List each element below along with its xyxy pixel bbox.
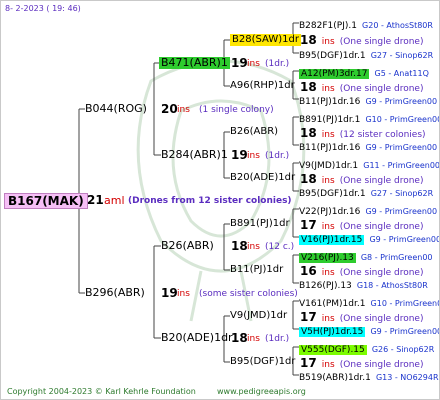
g4-queen-13[interactable]: V161(PM)1dr.1 G10 - PrimGreen00 — [299, 295, 439, 310]
g3-queen-3[interactable]: B26(ABR) — [230, 126, 278, 138]
g4-queen-10[interactable]: V16(PJ)1dr.15 G9 - PrimGreen00 — [299, 231, 439, 246]
g2-queen-2[interactable]: B284(ABR)1 — [161, 149, 228, 161]
root-ins: aml — [104, 194, 125, 207]
g1-queen-1[interactable]: B044(ROG) — [85, 103, 147, 115]
g4-queen-16[interactable]: B519(ABR)1dr.1 G13 - NO6294R — [299, 369, 439, 384]
g3-queen-1[interactable]: B28(SAW)1dr — [230, 34, 301, 46]
g4-queen-9[interactable]: V22(PJ)1dr.16 G9 - PrimGreen00 — [299, 203, 437, 218]
g3-queen-5[interactable]: B891(PJ)1dr — [230, 218, 290, 230]
g2-note-1: (1dr.) — [265, 59, 290, 69]
g2-note-2: (1dr.) — [265, 151, 290, 161]
g4-queen-3[interactable]: A12(PM)3dr.17 G5 - Anat11Q — [299, 65, 429, 80]
g2-num-1: 19 — [231, 56, 248, 70]
g2-queen-4[interactable]: B20(ADE)1dr — [161, 332, 233, 344]
g1-note-1: (1 single colony) — [199, 105, 274, 115]
g4-info-1: 18 ins (One single drone) — [300, 33, 424, 47]
g2-queen-3[interactable]: B26(ABR) — [161, 240, 214, 252]
g1-ins-2: ins — [177, 289, 190, 299]
g4-queen-11[interactable]: V216(PJ).13 G8 - PrimGreen00 — [299, 249, 433, 264]
g4-queen-6[interactable]: B11(PJ)1dr.16 G9 - PrimGreen00 — [299, 139, 437, 154]
root-num: 21 — [87, 193, 104, 207]
g1-queen-2[interactable]: B296(ABR) — [85, 287, 145, 299]
g1-num-1: 20 — [161, 102, 178, 116]
g4-queen-2[interactable]: B95(DGF)1dr.1 G27 - Sinop62R — [299, 47, 433, 62]
g4-queen-12[interactable]: B126(PJ).13 G18 - AthosSt80R — [299, 277, 428, 292]
root-note: (Drones from 12 sister colonies) — [128, 196, 292, 206]
footer-site-link[interactable]: www.pedigreeapis.org — [217, 386, 306, 398]
g4-queen-4[interactable]: B11(PJ)1dr.16 G9 - PrimGreen00 — [299, 93, 437, 108]
g3-queen-2[interactable]: A96(RHP)1dr — [230, 80, 295, 92]
g3-queen-8[interactable]: B95(DGF)1dr — [230, 356, 295, 368]
g2-queen-1[interactable]: B471(ABR)1 — [159, 57, 230, 69]
g2-num-4: 18 — [231, 331, 248, 345]
header-date: 8- 2-2023 ( 19: 46) — [5, 4, 81, 13]
g2-ins-3: ins — [247, 242, 260, 252]
g3-queen-6[interactable]: B11(PJ)1dr — [230, 264, 283, 276]
g4-queen-1[interactable]: B282F1(PJ).1 G20 - AthosSt80R — [299, 17, 433, 32]
g3-queen-7[interactable]: V9(JMD)1dr — [230, 310, 287, 322]
pedigree-chart: 8- 2-2023 ( 19: 46) B167(MAK) 21 aml (Dr… — [0, 0, 440, 400]
footer-copyright: Copyright 2004-2023 © Karl Kehrle Founda… — [7, 387, 196, 396]
g1-num-2: 19 — [161, 286, 178, 300]
g4-queen-7[interactable]: V9(JMD)1dr.1 G11 - PrimGreen00 — [299, 157, 439, 172]
root-queen[interactable]: B167(MAK) — [4, 193, 88, 209]
g2-note-3: (12 c.) — [265, 242, 295, 252]
g1-note-2: (some sister colonies) — [199, 289, 298, 299]
g2-note-4: (1dr.) — [265, 334, 290, 344]
g2-num-2: 19 — [231, 148, 248, 162]
g3-queen-4[interactable]: B20(ADE)1dr — [230, 172, 295, 184]
g4-queen-15[interactable]: V555(DGF).15 G26 - Sinop62R — [299, 341, 434, 356]
g2-ins-1: ins — [247, 59, 260, 69]
g2-ins-4: ins — [247, 334, 260, 344]
g4-queen-14[interactable]: V5H(PJ)1dr.15 G9 - PrimGreen00 — [299, 323, 439, 338]
g4-queen-5[interactable]: B891(PJ)1dr.1 G10 - PrimGreen00 — [299, 111, 439, 126]
g2-num-3: 18 — [231, 239, 248, 253]
g1-ins-1: ins — [177, 105, 190, 115]
g4-queen-8[interactable]: B95(DGF)1dr.1 G27 - Sinop62R — [299, 185, 433, 200]
g2-ins-2: ins — [247, 151, 260, 161]
